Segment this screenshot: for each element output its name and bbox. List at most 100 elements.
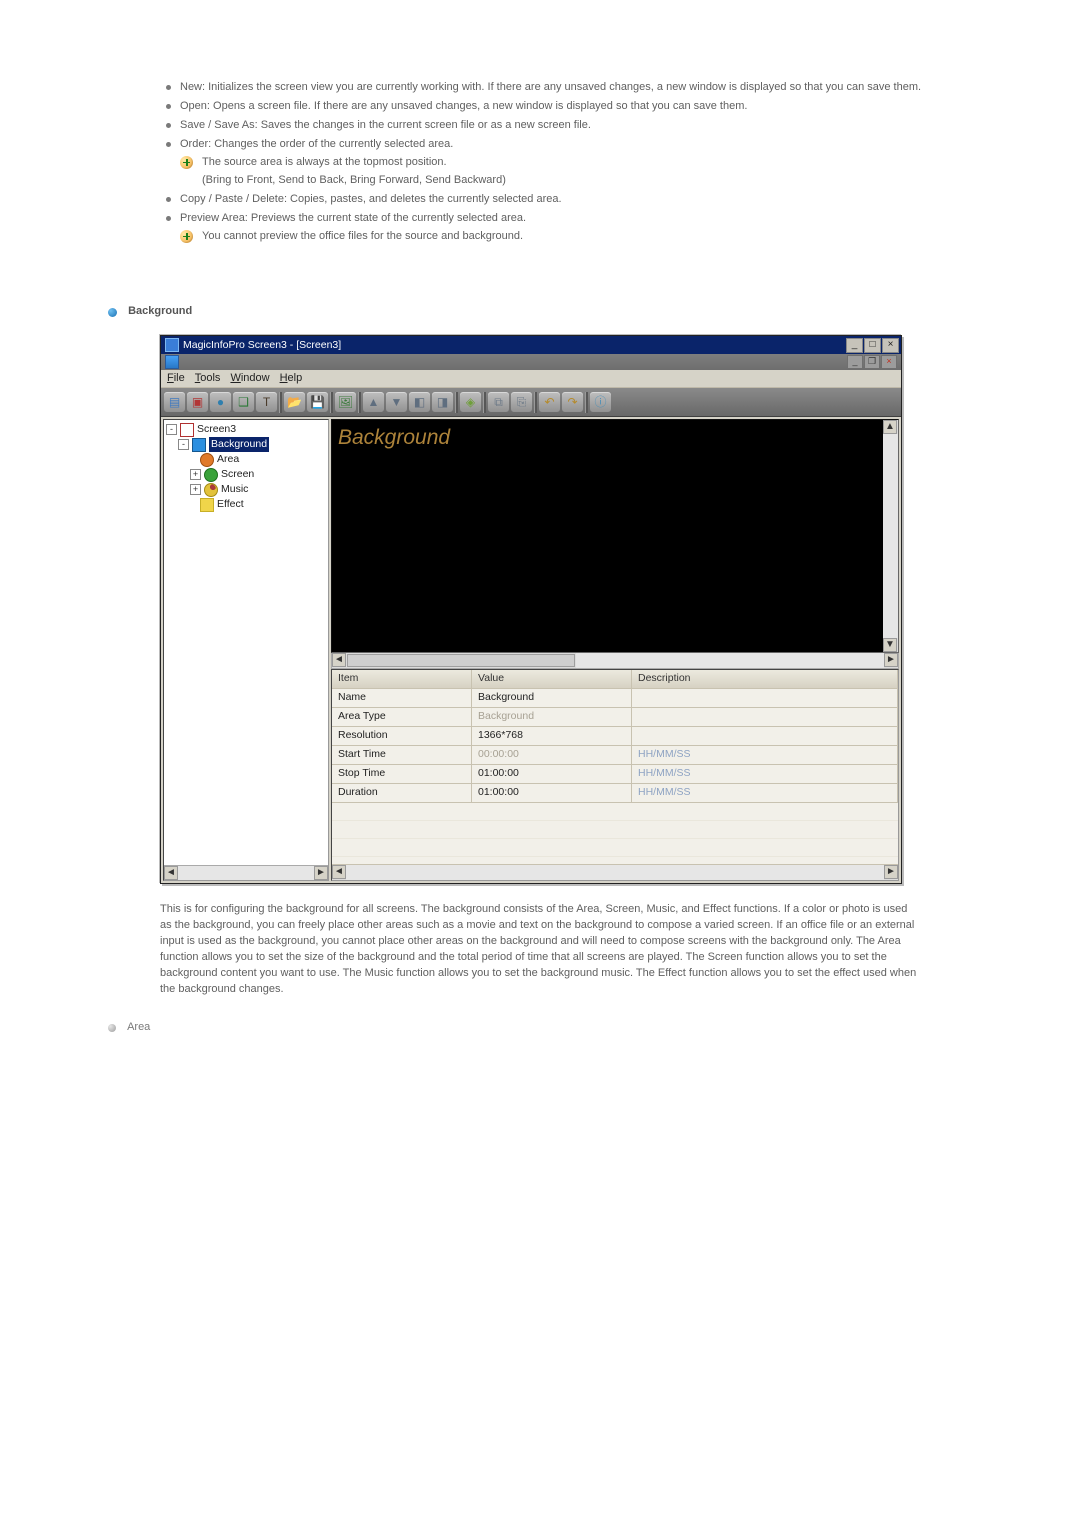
tree-node-music[interactable]: Music [221, 482, 248, 497]
paste-icon[interactable]: ⎘ [511, 392, 532, 413]
redo-icon[interactable]: ↷ [562, 392, 583, 413]
tree-h-scrollbar[interactable]: ◄ ► [164, 865, 328, 880]
table-row[interactable]: Area TypeBackground [332, 708, 898, 727]
list-item: Order: Changes the order of the currentl… [160, 137, 980, 189]
table-row[interactable]: Duration01:00:00HH/MM/SS [332, 784, 898, 803]
toolbar-separator [455, 392, 458, 413]
sub-list-item: You cannot preview the office files for … [180, 229, 980, 245]
save-icon[interactable]: 💾 [307, 392, 328, 413]
scroll-up-icon[interactable]: ▲ [883, 420, 897, 434]
mdi-bar: _ ❐ × [161, 354, 901, 370]
cell-item: Resolution [332, 727, 472, 746]
grid-empty-area [332, 803, 898, 864]
toolbar-separator [358, 392, 361, 413]
area-node-icon [200, 453, 214, 467]
open-icon[interactable]: 📂 [284, 392, 305, 413]
property-grid: Item Value Description NameBackgroundAre… [331, 669, 899, 881]
collapse-icon[interactable]: - [178, 439, 189, 450]
scroll-right-icon[interactable]: ► [314, 866, 328, 880]
new-icon[interactable]: ▤ [164, 392, 185, 413]
scroll-down-icon[interactable]: ▼ [883, 638, 897, 652]
canvas-v-scrollbar[interactable]: ▲ ▼ [883, 420, 898, 652]
sub-list-text: (Bring to Front, Send to Back, Bring For… [202, 174, 506, 186]
copy-icon[interactable]: ⧉ [488, 392, 509, 413]
puzzle-icon-glyph: ❑ [238, 394, 249, 411]
new-icon-glyph: ▤ [169, 394, 180, 411]
cell-value[interactable]: 00:00:00 [472, 746, 632, 765]
info-icon[interactable]: ⓘ [590, 392, 611, 413]
tree-node-effect[interactable]: Effect [217, 497, 244, 512]
list-item: Open: Opens a screen file. If there are … [160, 99, 980, 115]
list-item-text: Save / Save As: Saves the changes in the… [180, 119, 591, 131]
cell-value[interactable]: Background [472, 689, 632, 708]
expand-icon[interactable]: + [190, 469, 201, 480]
front-icon[interactable]: ▲ [363, 392, 384, 413]
cell-description [632, 689, 898, 708]
scroll-left-icon[interactable]: ◄ [164, 866, 178, 880]
picture-icon[interactable]: 🖼 [335, 392, 356, 413]
close-button[interactable]: × [882, 338, 899, 353]
background-node-icon [192, 438, 206, 452]
document-icon [165, 355, 179, 369]
expand-icon[interactable]: + [190, 484, 201, 495]
cell-value[interactable]: 01:00:00 [472, 765, 632, 784]
cell-item: Duration [332, 784, 472, 803]
menu-item[interactable]: Tools [195, 371, 221, 387]
screen-child-icon [204, 468, 218, 482]
undo-icon[interactable]: ↶ [539, 392, 560, 413]
puzzle-icon[interactable]: ❑ [233, 392, 254, 413]
tree-node-screen[interactable]: Screen [221, 467, 254, 482]
preview-icon-glyph: ◈ [466, 394, 475, 411]
cell-item: Area Type [332, 708, 472, 727]
cell-value[interactable]: 1366*768 [472, 727, 632, 746]
cell-value[interactable]: 01:00:00 [472, 784, 632, 803]
undo-icon-glyph: ↶ [544, 394, 554, 411]
list-item-text: Copy / Paste / Delete: Copies, pastes, a… [180, 193, 562, 205]
table-row[interactable]: Resolution1366*768 [332, 727, 898, 746]
minimize-button[interactable]: _ [846, 338, 863, 353]
list-item: Save / Save As: Saves the changes in the… [160, 118, 980, 134]
tree-node-root[interactable]: Screen3 [197, 422, 236, 437]
list-item-text: Preview Area: Previews the current state… [180, 212, 526, 224]
table-row[interactable]: Start Time00:00:00HH/MM/SS [332, 746, 898, 765]
canvas[interactable]: Background ▲ ▼ [331, 419, 899, 653]
tree-node-background[interactable]: Background [209, 437, 269, 452]
backward-icon[interactable]: ◨ [432, 392, 453, 413]
toolbar: ▤ ▣● ❑ T 📂💾 🖼 ▲▼◧◨ ◈ ⧉⎘ ↶ ↷ ⓘ [161, 388, 901, 417]
menu-item[interactable]: Window [230, 371, 269, 387]
screen-icon[interactable]: ▣ [187, 392, 208, 413]
scroll-left-icon[interactable]: ◄ [332, 865, 346, 879]
mdi-close-button[interactable]: × [881, 355, 897, 369]
menu-item[interactable]: File [167, 371, 185, 387]
cell-value[interactable]: Background [472, 708, 632, 727]
preview-icon[interactable]: ◈ [460, 392, 481, 413]
col-item: Item [332, 670, 472, 689]
scroll-left-icon[interactable]: ◄ [332, 653, 346, 667]
cell-description [632, 708, 898, 727]
tree-node-area[interactable]: Area [217, 452, 239, 467]
work-area: - Screen3 - Background Area + Screen [161, 417, 901, 883]
menu-item[interactable]: Help [280, 371, 303, 387]
grid-h-scrollbar[interactable]: ◄ ► [332, 864, 898, 880]
toolbar-separator [483, 392, 486, 413]
scroll-thumb[interactable] [347, 654, 575, 667]
scroll-right-icon[interactable]: ► [884, 653, 898, 667]
menu-bar: File Tools Window Help [161, 370, 901, 388]
feature-list: New: Initializes the screen view you are… [160, 80, 980, 244]
table-row[interactable]: NameBackground [332, 689, 898, 708]
maximize-button[interactable]: □ [864, 338, 881, 353]
canvas-h-scrollbar[interactable]: ◄ ► [331, 653, 899, 669]
back-icon[interactable]: ▼ [386, 392, 407, 413]
scroll-right-icon[interactable]: ► [884, 865, 898, 879]
section-title: Background [128, 305, 192, 317]
toolbar-separator [585, 392, 588, 413]
bullet-icon [108, 1024, 116, 1032]
text-icon[interactable]: T [256, 392, 277, 413]
globe-icon[interactable]: ● [210, 392, 231, 413]
collapse-icon[interactable]: - [166, 424, 177, 435]
mdi-restore-button[interactable]: ❐ [864, 355, 880, 369]
sub-list-item: (Bring to Front, Send to Back, Bring For… [180, 173, 980, 189]
forward-icon[interactable]: ◧ [409, 392, 430, 413]
table-row[interactable]: Stop Time01:00:00HH/MM/SS [332, 765, 898, 784]
mdi-minimize-button[interactable]: _ [847, 355, 863, 369]
